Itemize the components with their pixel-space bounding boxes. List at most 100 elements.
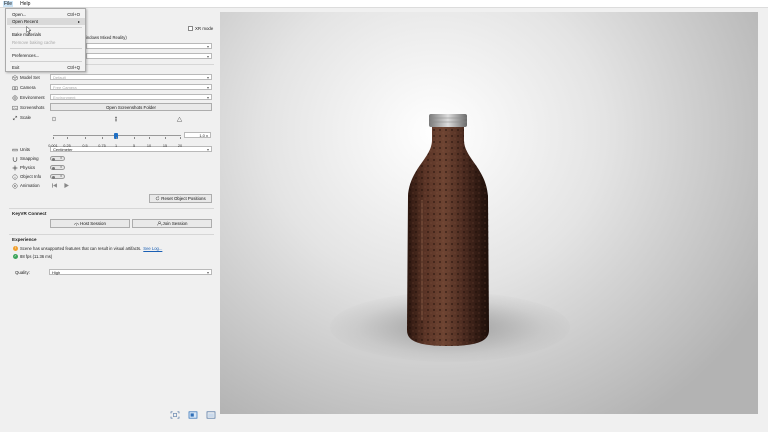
quality-label: Quality: [15, 270, 30, 275]
large-model-icon [176, 116, 183, 122]
ruler-icon [12, 148, 18, 151]
menu-item-remove-baking: Remove baking cache [7, 39, 85, 46]
model-set-select[interactable]: Default ▾ [50, 74, 212, 80]
menu-item-open-recent[interactable]: Open Recent ▸ [7, 18, 85, 25]
menu-help[interactable]: Help [19, 1, 31, 7]
scale-tick [149, 137, 150, 139]
mouse-cursor-icon [26, 26, 31, 34]
see-log-link[interactable]: See Log... [143, 246, 162, 251]
submenu-arrow-icon: ▸ [77, 19, 80, 24]
camera-value: Free Camera [53, 84, 77, 90]
menu-separator [10, 61, 82, 62]
host-icon [74, 222, 79, 226]
menu-item-open[interactable]: Open... Ctrl+O [7, 11, 85, 18]
person-icon [115, 116, 117, 122]
animation-row: Animation [12, 182, 49, 189]
environment-select[interactable]: Environment ▾ [50, 94, 212, 100]
camera-row: Camera [12, 84, 49, 91]
menu-item-preferences[interactable]: Preferences... [7, 52, 85, 59]
snapping-toggle[interactable]: x [50, 156, 65, 161]
divider [9, 234, 214, 235]
mixed-reality-label: indows Mixed Reality) [86, 35, 127, 40]
menu-bar: File Help [0, 0, 768, 8]
physics-icon [12, 164, 18, 171]
join-session-label: Join Session [162, 221, 188, 226]
layout-icon[interactable] [188, 411, 198, 419]
reset-object-positions-label: Reset Object Positions [161, 196, 206, 201]
experience-title: Experience [12, 237, 37, 242]
scale-icon [12, 115, 18, 120]
scale-tick [165, 137, 166, 139]
scale-tick-label: 15 [162, 144, 168, 148]
scale-tick [102, 137, 103, 139]
scale-tick-label: 10 [146, 144, 152, 148]
scale-tick-label: 20 [177, 144, 183, 148]
menu-item-preferences-label: Preferences... [12, 53, 40, 58]
host-session-label: Host Session [80, 221, 106, 226]
model-set-row: Model Set [12, 74, 49, 81]
screenshots-row: Screenshots [12, 104, 49, 111]
xr-mode-row: XR mode [188, 26, 213, 31]
expand-icon[interactable] [170, 411, 180, 419]
quality-select[interactable]: High ▾ [49, 269, 212, 275]
scale-tick-label: 0.001 [48, 144, 58, 148]
camera-select[interactable]: Free Camera ▾ [50, 84, 212, 90]
scale-tick [180, 137, 181, 139]
snapping-label: Snapping [20, 156, 39, 161]
menu-item-bake-materials[interactable]: Bake materials [7, 31, 85, 38]
play-icon[interactable] [63, 182, 70, 189]
xr-mode-checkbox[interactable] [188, 26, 193, 31]
open-screenshots-folder-button[interactable]: Open Screenshots Folder [50, 103, 212, 111]
units-select[interactable]: Centimeter ▾ [50, 146, 212, 152]
bottle-model[interactable] [402, 110, 494, 348]
camera-icon [12, 86, 18, 90]
reset-object-positions-button[interactable]: Reset Object Positions [149, 194, 212, 203]
skip-back-icon[interactable] [51, 182, 58, 189]
xr-mode-label: XR mode [195, 26, 214, 31]
cube-icon [12, 74, 18, 81]
object-info-label: Object Info [20, 174, 42, 179]
quality-value: High [52, 269, 61, 275]
scale-tick [134, 137, 135, 139]
menu-item-exit[interactable]: Exit Ctrl+Q [7, 64, 85, 71]
warning-text: Scene has unsupported features that can … [20, 245, 142, 251]
menu-item-open-label: Open... [12, 12, 27, 17]
object-info-toggle[interactable]: x [50, 174, 65, 179]
reset-icon [156, 196, 160, 201]
animation-icon [12, 182, 18, 189]
menu-separator [10, 27, 82, 28]
check-icon: ✓ [13, 253, 18, 259]
host-session-button[interactable]: Host Session [50, 219, 130, 228]
scale-row: Scale [12, 114, 49, 121]
small-model-icon [52, 116, 56, 122]
screenshots-label: Screenshots [20, 105, 45, 110]
app-window: File Help XR mode indows Mixed Reality) … [0, 0, 768, 432]
environment-label: Environment [20, 95, 45, 100]
join-session-button[interactable]: Join Session [132, 219, 212, 228]
scale-value-input[interactable]: 1.0 x [184, 132, 211, 138]
environment-row: Environment [12, 94, 49, 101]
menu-item-exit-label: Exit [12, 65, 20, 70]
warning-icon: ! [13, 245, 18, 251]
scale-tick-label: 5 [132, 144, 136, 148]
scale-tick-label: 0.5 [82, 144, 88, 148]
image-icon [12, 105, 18, 110]
physics-label: Physics [20, 165, 36, 170]
xr-option-select[interactable]: ▾ [86, 53, 212, 59]
menu-item-open-recent-label: Open Recent [12, 19, 38, 24]
object-info-row: Object Info [12, 173, 49, 180]
menu-item-remove-baking-label: Remove baking cache [12, 40, 56, 45]
menu-item-exit-shortcut: Ctrl+Q [67, 65, 80, 70]
window-icon[interactable] [206, 411, 216, 419]
physics-toggle[interactable]: x [50, 165, 65, 170]
model-set-value: Default [53, 74, 66, 80]
divider [9, 208, 214, 209]
scale-tick [85, 137, 86, 139]
menu-file[interactable]: File [3, 0, 14, 7]
xr-device-select[interactable]: ▾ [86, 43, 212, 49]
keyvr-title: KeyVR Connect [12, 211, 47, 216]
snapping-row: Snapping [12, 155, 49, 162]
3d-viewport[interactable] [220, 12, 758, 414]
scale-tick-label: 0.25 [63, 144, 71, 148]
scale-tick [116, 137, 117, 139]
